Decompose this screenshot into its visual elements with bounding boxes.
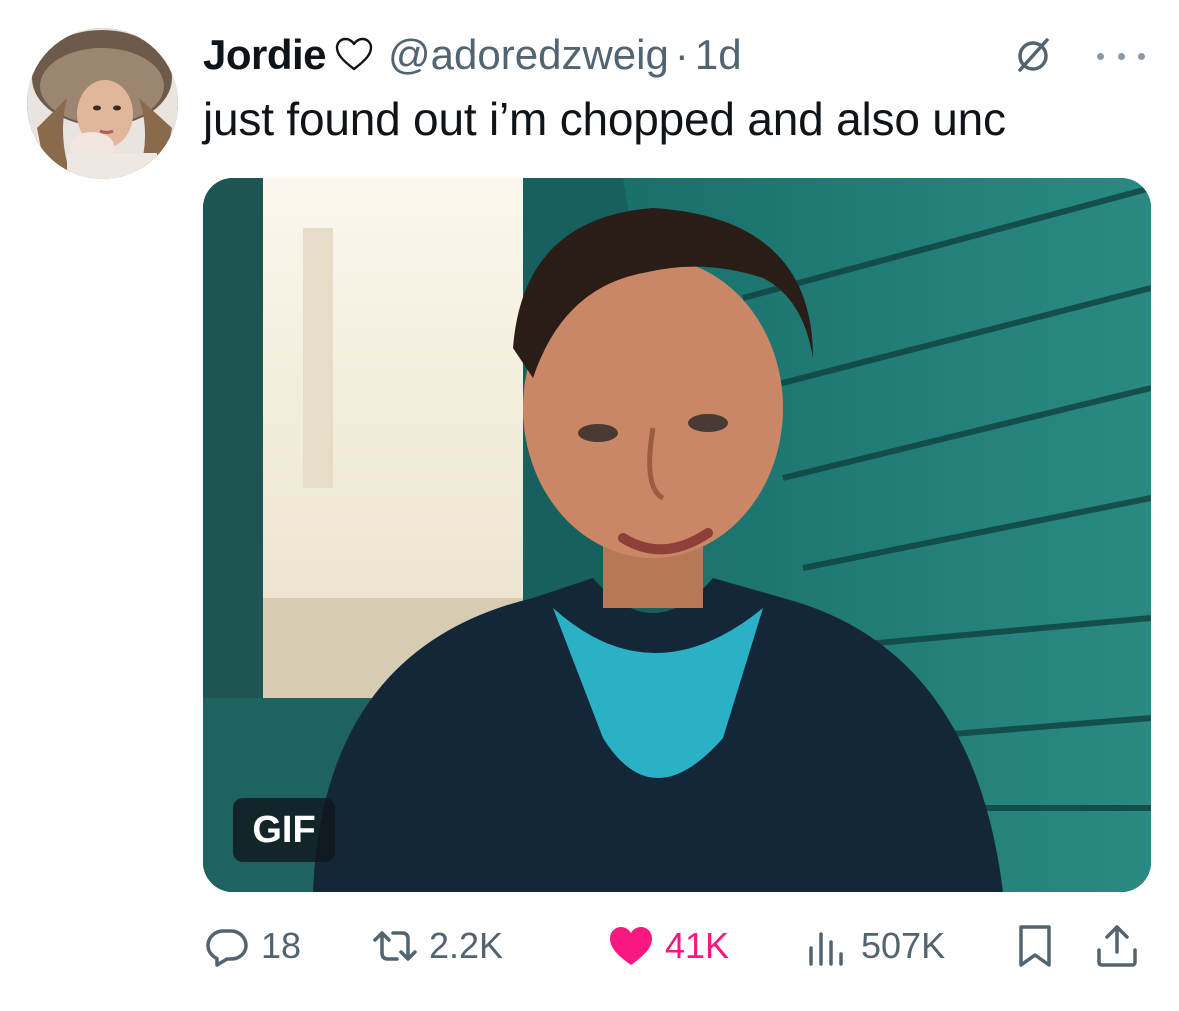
like-count: 41K	[665, 925, 730, 966]
more-icon[interactable]	[1093, 36, 1149, 76]
author-handle[interactable]: @adoredzweig	[388, 31, 669, 79]
reply-count: 18	[261, 925, 302, 966]
retweet-count: 2.2K	[429, 925, 504, 966]
like-icon	[610, 927, 652, 965]
tweet-text: just found out i’m chopped and also unc	[203, 93, 1006, 145]
timestamp[interactable]: 1d	[695, 31, 742, 79]
author-name[interactable]: Jordie	[203, 31, 327, 79]
tweet-header: Jordie @adoredzweig · 1d	[203, 30, 1149, 80]
gif-badge: GIF	[233, 798, 335, 862]
heart-outline-icon	[334, 35, 374, 75]
views-icon	[809, 932, 843, 966]
reply-button[interactable]: 18	[203, 916, 301, 976]
more-dot	[1138, 52, 1145, 60]
reply-icon	[206, 929, 248, 967]
share-button[interactable]	[1093, 916, 1141, 976]
more-dot	[1097, 52, 1104, 60]
views-button[interactable]: 507K	[803, 916, 945, 976]
retweet-button[interactable]: 2.2K	[371, 916, 503, 976]
avatar[interactable]	[27, 28, 178, 179]
gif-frame	[203, 178, 1151, 892]
bookmark-button[interactable]	[1011, 916, 1059, 976]
bookmark-icon	[1019, 925, 1051, 967]
retweet-icon	[373, 931, 417, 961]
grok-icon[interactable]	[1011, 34, 1055, 78]
views-count: 507K	[861, 925, 946, 966]
tweet-media-gif[interactable]: GIF	[203, 178, 1151, 892]
like-button[interactable]: 41K	[607, 916, 729, 976]
share-icon	[1097, 925, 1137, 967]
tweet-actions: 18 2.2K 41K 507K	[203, 916, 1149, 976]
separator-dot: ·	[674, 31, 689, 78]
more-dot	[1117, 52, 1125, 60]
avatar-image	[27, 28, 178, 179]
